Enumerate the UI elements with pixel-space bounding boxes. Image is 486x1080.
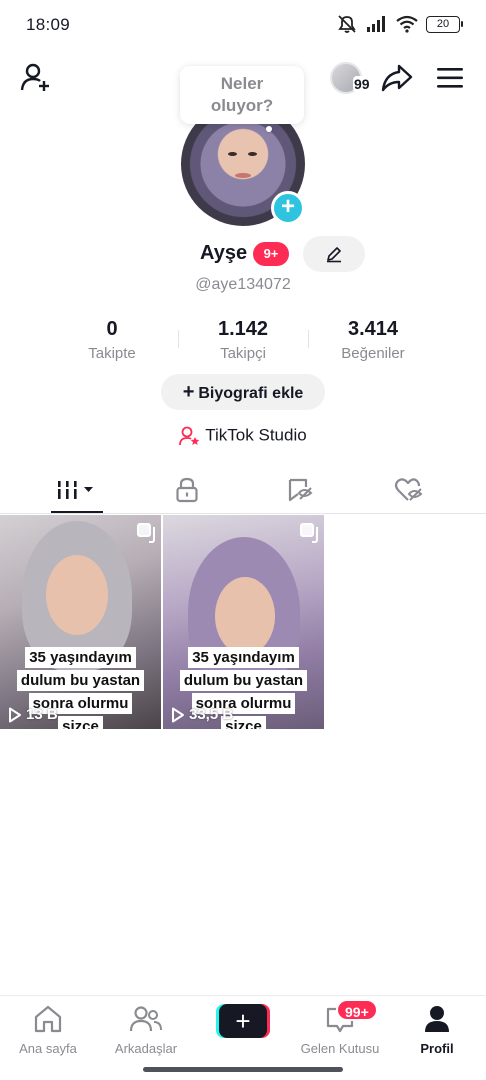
plus-icon: + [219,1004,267,1038]
avatar-lips [235,173,251,178]
share-icon[interactable] [381,63,413,93]
name-notification-badge[interactable]: 9+ [253,242,289,266]
avatar-eye [228,152,237,156]
stat-value: 0 [106,318,118,340]
thumbnail-face [215,577,275,655]
view-count-text: 33,5 B [189,706,234,723]
nav-friends-label: Arkadaşlar [114,1041,178,1056]
stat-likes[interactable]: 3.414 Beğeniler [308,318,438,362]
video-thumbnail[interactable]: 35 yaşındayım dulum bu yastan sonra olur… [0,515,161,729]
stat-label: Beğeniler [341,345,405,362]
battery-indicator: 20 [426,15,463,33]
name-row: Ayşe 9+ [0,236,486,274]
stat-label: Takipçi [220,345,266,362]
tab-liked[interactable] [369,466,449,514]
stat-value: 1.142 [217,318,269,340]
caption-line: dulum bu yastan [16,670,145,691]
stat-followers[interactable]: 1.142 Takipçi [178,318,308,362]
nav-profile-label: Profil [420,1041,454,1056]
multi-select-icon [137,523,155,543]
nav-friends[interactable]: Arkadaşlar [96,1004,196,1056]
thumbnail-face [46,555,108,635]
nav-home[interactable]: Ana sayfa [0,1004,98,1056]
status-bar: 18:09 20 [0,0,486,50]
profile-stats: 0 Takipte 1.142 Takipçi 3.414 Beğeniler [0,318,486,366]
studio-creator-icon [179,426,200,445]
story-prompt-bubble[interactable]: Neler oluyor? [180,66,304,132]
lock-icon [176,477,198,503]
videos-grid-icon [57,481,93,499]
multi-select-icon [300,523,318,543]
view-count-text: 13 B [26,706,58,723]
tab-reposts[interactable] [260,466,340,514]
nav-inbox-label: Gelen Kutusu [300,1041,380,1056]
stat-value: 3.414 [347,318,399,340]
add-bio-button[interactable]: + Biyografi ekle [161,374,325,410]
wifi-icon [396,15,418,33]
liked-hidden-icon [394,478,423,501]
tiktok-studio-link[interactable]: TikTok Studio [0,425,486,446]
profile-icon [425,1006,449,1032]
play-icon [172,707,184,722]
bubble-tail [266,126,272,132]
edit-profile-button[interactable] [303,236,365,272]
view-count: 33,5 B [171,706,233,723]
status-icons: 20 [336,14,463,34]
content-tabs [0,466,486,514]
create-button[interactable]: + [216,1004,270,1038]
mute-icon [338,15,356,33]
pencil-icon [327,247,341,263]
story-prompt-line2: oluyor? [210,96,274,115]
story-prompt-line1: Neler [220,74,264,93]
active-tab-indicator [51,511,103,513]
video-thumbnail[interactable]: 35 yaşındayım dulum bu yastan sonra olur… [163,515,324,729]
add-bio-label: Biyografi ekle [198,385,304,402]
friends-icon [129,1006,162,1032]
tab-private[interactable] [147,466,227,514]
tab-videos[interactable] [37,466,117,514]
video-grid: 35 yaşındayım dulum bu yastan sonra olur… [0,515,486,729]
menu-icon[interactable] [436,65,464,91]
profile-handle: @aye134072 [195,276,291,293]
home-indicator[interactable] [143,1067,343,1072]
home-icon [34,1005,62,1033]
caption-line: 35 yaşındayım [188,647,299,668]
add-friend-icon[interactable] [20,62,52,94]
nav-profile[interactable]: Profil [387,1004,486,1056]
inbox-notification-badge: 99+ [336,999,378,1021]
studio-label: TikTok Studio [205,425,307,445]
stat-following[interactable]: 0 Takipte [47,318,177,362]
add-story-button[interactable]: + [271,191,305,225]
play-icon [9,707,21,722]
avatar-eye [248,152,257,156]
signal-icon [367,16,385,32]
status-time: 18:09 [26,15,71,34]
caption-line: 35 yaşındayım [25,647,136,668]
nav-home-label: Ana sayfa [19,1041,77,1056]
reposts-hidden-icon [288,478,313,502]
stat-label: Takipte [88,345,136,362]
view-count: 13 B [8,706,58,723]
profile-viewers-count[interactable]: 99 [353,76,371,92]
caption-line: sizce [58,716,103,729]
plus-icon: + [182,381,195,403]
profile-name: Ayşe [200,242,248,264]
caption-line: dulum bu yastan [179,670,308,691]
